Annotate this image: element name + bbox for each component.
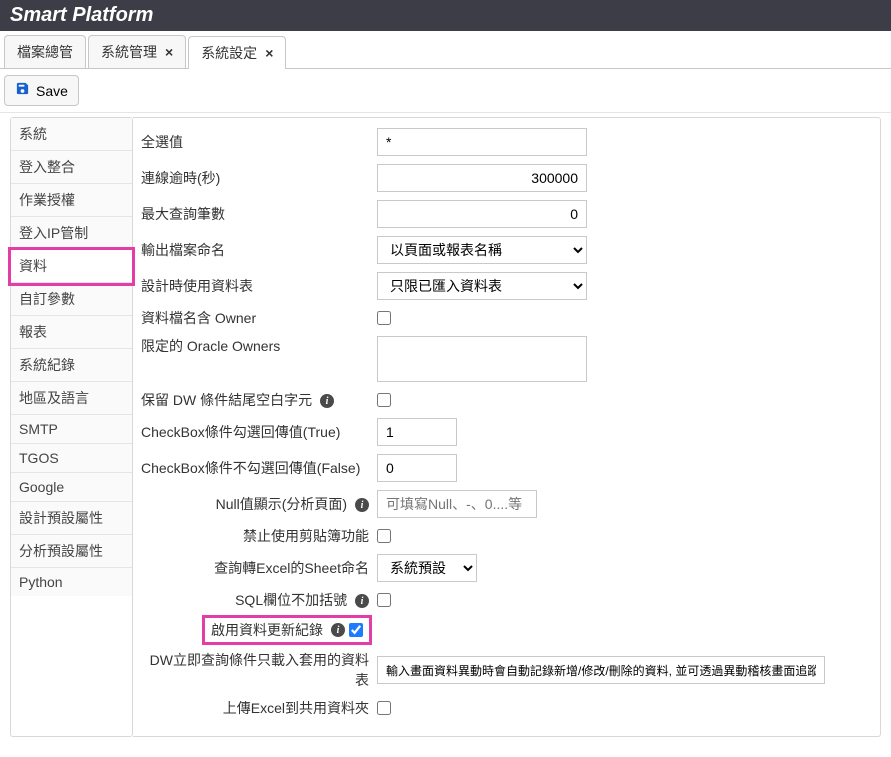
checkbox-disable-clipboard[interactable] (377, 529, 391, 543)
sidebar-item-system[interactable]: 系統 (11, 118, 132, 151)
input-max-query[interactable] (377, 200, 587, 228)
tab-file-explorer[interactable]: 檔案總管 (4, 35, 86, 68)
sidebar-item-google[interactable]: Google (11, 473, 132, 502)
info-icon[interactable]: i (355, 498, 369, 512)
select-output-file[interactable]: 以頁面或報表名稱 (377, 236, 587, 264)
toolbar: Save (0, 69, 891, 113)
textarea-oracle-owners[interactable] (377, 336, 587, 382)
label-enable-update-log: 啟用資料更新紀錄 i (141, 618, 377, 642)
sidebar-item-python[interactable]: Python (11, 568, 132, 596)
highlight-enable-update-log: 啟用資料更新紀錄 i (205, 618, 369, 642)
checkbox-keep-dw[interactable] (377, 393, 391, 407)
tab-label: 檔案總管 (17, 42, 73, 62)
sidebar-item-analysis-defaults[interactable]: 分析預設屬性 (11, 535, 132, 568)
sidebar-item-tgos[interactable]: TGOS (11, 444, 132, 473)
label-null-display: Null值顯示(分析頁面) i (141, 494, 377, 514)
tab-strip: 檔案總管 系統管理 × 系統設定 × (0, 31, 891, 69)
input-null-display[interactable] (377, 490, 537, 518)
sidebar-item-design-defaults[interactable]: 設計預設屬性 (11, 502, 132, 535)
app-title: Smart Platform (10, 4, 153, 26)
select-design-table[interactable]: 只限已匯入資料表 (377, 272, 587, 300)
sidebar-item-authorization[interactable]: 作業授權 (11, 184, 132, 217)
sidebar-item-report[interactable]: 報表 (11, 316, 132, 349)
save-icon (15, 81, 30, 100)
checkbox-enable-update-log[interactable] (349, 623, 363, 637)
save-button[interactable]: Save (4, 75, 79, 106)
tab-label: 系統設定 (201, 43, 257, 63)
label-disable-clipboard: 禁止使用剪貼簿功能 (141, 526, 377, 546)
label-keep-dw: 保留 DW 條件結尾空白字元 i (141, 390, 377, 410)
label-design-table: 設計時使用資料表 (141, 276, 377, 296)
app-header: Smart Platform (0, 0, 891, 31)
sidebar-item-data[interactable]: 資料 (11, 250, 132, 283)
info-icon[interactable]: i (355, 594, 369, 608)
input-dw-load[interactable] (377, 656, 825, 684)
select-excel-sheet[interactable]: 系統預設 (377, 554, 477, 582)
sidebar-item-locale[interactable]: 地區及語言 (11, 382, 132, 415)
label-owner: 資料檔名含 Owner (141, 308, 377, 328)
sidebar-item-system-log[interactable]: 系統紀錄 (11, 349, 132, 382)
tab-label: 系統管理 (101, 42, 157, 62)
tab-system-settings[interactable]: 系統設定 × (188, 36, 286, 69)
label-cb-true: CheckBox條件勾選回傳值(True) (141, 422, 377, 442)
checkbox-owner[interactable] (377, 311, 391, 325)
close-icon[interactable]: × (165, 44, 173, 60)
label-output-file: 輸出檔案命名 (141, 240, 377, 260)
input-conn-timeout[interactable] (377, 164, 587, 192)
info-icon[interactable]: i (331, 623, 345, 637)
settings-content: 全選值 連線逾時(秒) 最大查詢筆數 輸出檔案命名 以頁面或報表名稱 設計時使用… (133, 117, 881, 737)
label-excel-sheet: 查詢轉Excel的Sheet命名 (141, 558, 377, 578)
sidebar-item-smtp[interactable]: SMTP (11, 415, 132, 444)
checkbox-upload-excel[interactable] (377, 701, 391, 715)
label-upload-excel: 上傳Excel到共用資料夾 (141, 698, 377, 718)
label-max-query: 最大查詢筆數 (141, 204, 377, 224)
main-area: 系統 登入整合 作業授權 登入IP管制 資料 自訂參數 報表 系統紀錄 地區及語… (0, 113, 891, 757)
sidebar-item-custom-params[interactable]: 自訂參數 (11, 283, 132, 316)
label-cb-false: CheckBox條件不勾選回傳值(False) (141, 458, 377, 478)
save-label: Save (36, 83, 68, 99)
input-all-value[interactable] (377, 128, 587, 156)
label-dw-load: DW立即查詢條件只載入套用的資料表 (141, 650, 377, 690)
tab-system-mgmt[interactable]: 系統管理 × (88, 35, 186, 68)
input-cb-true[interactable] (377, 418, 457, 446)
sidebar-item-login-integration[interactable]: 登入整合 (11, 151, 132, 184)
info-icon[interactable]: i (320, 394, 334, 408)
label-conn-timeout: 連線逾時(秒) (141, 168, 377, 188)
checkbox-sql-no-bracket[interactable] (377, 593, 391, 607)
label-sql-no-bracket: SQL欄位不加括號 i (141, 590, 377, 610)
label-all-value: 全選值 (141, 132, 377, 152)
settings-sidebar: 系統 登入整合 作業授權 登入IP管制 資料 自訂參數 報表 系統紀錄 地區及語… (10, 117, 133, 737)
close-icon[interactable]: × (265, 45, 273, 61)
label-oracle-owners: 限定的 Oracle Owners (141, 336, 377, 356)
sidebar-item-ip-control[interactable]: 登入IP管制 (11, 217, 132, 250)
input-cb-false[interactable] (377, 454, 457, 482)
